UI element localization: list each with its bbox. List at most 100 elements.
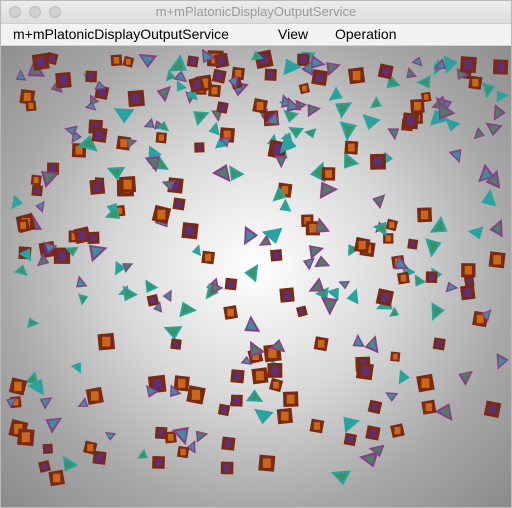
tetrahedron-object — [330, 470, 351, 486]
cube-object — [402, 112, 420, 130]
cube-object — [87, 231, 100, 245]
cube-object — [268, 377, 284, 393]
cube-object — [181, 222, 199, 240]
tetrahedron-object — [245, 389, 264, 403]
tetrahedron-object — [467, 226, 484, 240]
cube-object — [30, 174, 42, 186]
tetrahedron-object — [15, 69, 27, 81]
menu-view[interactable]: View — [278, 26, 308, 42]
cube-object — [92, 450, 107, 465]
tetrahedron-object — [104, 431, 117, 441]
cube-object — [186, 385, 206, 405]
cube-object — [31, 184, 44, 197]
cube-object — [397, 271, 410, 285]
tetrahedron-object — [372, 194, 386, 210]
tetrahedron-object — [244, 225, 259, 246]
tetrahedron-object — [485, 122, 503, 137]
cube-object — [311, 69, 329, 86]
cube-object — [213, 52, 230, 69]
tetrahedron-object — [339, 121, 357, 142]
tetrahedron-object — [303, 128, 317, 139]
title-bar[interactable]: m+mPlatonicDisplayOutputService — [1, 1, 511, 24]
tetrahedron-object — [496, 353, 509, 370]
tetrahedron-object — [191, 244, 201, 257]
cube-object — [224, 277, 238, 291]
cube-object — [344, 140, 359, 155]
cube-object — [377, 63, 394, 80]
tetrahedron-object — [358, 451, 379, 468]
tetrahedron-object — [431, 302, 445, 321]
tetrahedron-object — [35, 200, 45, 213]
tetrahedron-object — [448, 149, 462, 164]
tetrahedron-object — [387, 128, 400, 141]
cube-object — [279, 287, 295, 303]
tetrahedron-object — [398, 369, 410, 385]
tetrahedron-object — [369, 96, 382, 109]
cube-object — [417, 207, 433, 223]
tetrahedron-object — [308, 245, 325, 260]
tetrahedron-object — [481, 82, 496, 99]
tetrahedron-object — [70, 362, 82, 374]
cube-object — [488, 251, 506, 269]
cube-object — [347, 67, 366, 85]
tetrahedron-object — [473, 126, 485, 140]
cube-object — [461, 263, 476, 278]
cube-object — [223, 305, 239, 320]
cube-object — [230, 369, 245, 384]
cube-object — [122, 55, 135, 68]
cube-object — [343, 432, 357, 447]
cube-object — [353, 236, 371, 254]
tetrahedron-object — [362, 113, 381, 130]
cube-object — [94, 177, 105, 187]
cube-object — [296, 305, 308, 318]
cube-object — [31, 52, 50, 71]
tetrahedron-object — [254, 408, 274, 425]
cube-object — [55, 71, 72, 89]
cube-object — [313, 336, 329, 352]
tetrahedron-object — [179, 301, 198, 318]
cube-object — [176, 445, 190, 459]
cube-object — [194, 142, 205, 153]
cube-object — [276, 407, 294, 425]
cube-object — [459, 284, 476, 301]
cube-object — [365, 425, 381, 441]
tetrahedron-object — [195, 430, 209, 443]
tetrahedron-object — [244, 315, 261, 332]
platonic-display-canvas[interactable] — [1, 46, 511, 507]
tetrahedron-object — [279, 198, 292, 212]
tetrahedron-object — [425, 238, 442, 258]
cube-object — [369, 153, 386, 170]
tetrahedron-object — [346, 288, 359, 305]
cube-object — [421, 399, 437, 415]
tetrahedron-object — [14, 264, 28, 277]
tetrahedron-object — [445, 281, 459, 293]
tetrahedron-object — [352, 333, 366, 347]
cube-object — [267, 362, 283, 378]
cube-object — [119, 175, 137, 194]
tetrahedron-object — [434, 403, 453, 422]
tetrahedron-object — [319, 181, 339, 199]
tetrahedron-object — [338, 280, 351, 290]
tetrahedron-object — [143, 117, 155, 128]
cube-object — [264, 68, 277, 81]
tetrahedron-object — [78, 293, 89, 306]
cube-object — [16, 428, 35, 447]
tetrahedron-object — [27, 317, 40, 329]
cube-object — [151, 204, 172, 225]
tetrahedron-object — [156, 85, 172, 103]
cube-object — [390, 351, 401, 362]
cube-object — [425, 271, 438, 284]
menu-app[interactable]: m+mPlatonicDisplayOutputService — [13, 26, 229, 42]
tetrahedron-object — [45, 417, 62, 434]
cube-object — [42, 443, 53, 455]
app-window: m+mPlatonicDisplayOutputService m+mPlato… — [0, 0, 512, 508]
menu-operation[interactable]: Operation — [335, 26, 396, 42]
tetrahedron-object — [145, 279, 159, 294]
cube-object — [420, 91, 432, 103]
cube-object — [298, 82, 311, 95]
cube-object — [367, 399, 383, 415]
cube-object — [282, 391, 299, 407]
tetrahedron-object — [244, 263, 259, 283]
cube-object — [390, 423, 405, 439]
tetrahedron-object — [138, 54, 158, 69]
